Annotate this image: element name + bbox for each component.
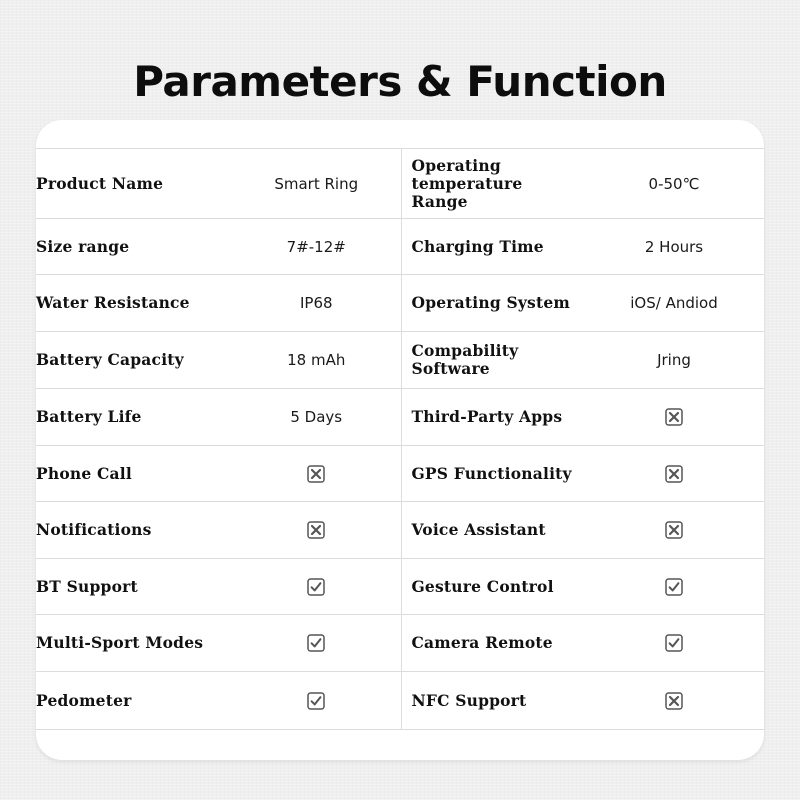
spec-value-phone-call <box>232 445 402 502</box>
spec-value-text: 5 Days <box>290 408 343 426</box>
spec-value-text: Jring <box>657 351 691 369</box>
checkbox-x-icon <box>665 408 683 426</box>
spec-label-battery-capacity: Battery Capacity <box>36 331 232 389</box>
spec-value-text: 2 Hours <box>644 237 704 256</box>
spec-label-phone-call: Phone Call <box>36 445 232 502</box>
spec-value-compability-software: Jring <box>584 331 764 389</box>
spec-label-nfc-support: NFC Support <box>401 671 584 730</box>
spec-label-operating-temperature-range: Operating temperature Range <box>401 148 584 219</box>
spec-value-notifications <box>232 501 402 559</box>
spec-label-battery-life: Battery Life <box>36 388 232 446</box>
checkbox-checked-icon <box>307 634 325 652</box>
spec-label-multi-sport-modes: Multi-Sport Modes <box>36 614 232 672</box>
spec-label-third-party-apps: Third-Party Apps <box>401 388 584 446</box>
spec-row: Size range 7#-12# Charging Time 2 Hours <box>36 218 764 275</box>
spec-label-size-range: Size range <box>36 218 232 275</box>
checkbox-x-icon <box>307 521 325 539</box>
spec-value-gps-functionality <box>584 445 764 502</box>
checkbox-checked-icon <box>307 578 325 596</box>
spec-table: Product Name Smart Ring Operating temper… <box>36 148 764 730</box>
spec-value-camera-remote <box>584 614 764 672</box>
checkbox-x-icon <box>665 521 683 539</box>
spec-row: Pedometer NFC Support <box>36 671 764 730</box>
spec-label-operating-system: Operating System <box>401 274 584 332</box>
spec-label-charging-time: Charging Time <box>401 218 584 275</box>
spec-value-text: 7#-12# <box>286 237 346 256</box>
spec-value-text: 0-50℃ <box>648 174 700 193</box>
spec-label-gesture-control: Gesture Control <box>401 558 584 615</box>
spec-value-voice-assistant <box>584 501 764 559</box>
spec-label-bt-support: BT Support <box>36 558 232 615</box>
spec-value-multi-sport-modes <box>232 614 402 672</box>
spec-label-camera-remote: Camera Remote <box>401 614 584 672</box>
spec-row: Phone Call GPS Functionality <box>36 445 764 502</box>
spec-row: Water Resistance IP68 Operating System i… <box>36 274 764 332</box>
spec-value-text: Smart Ring <box>274 174 359 193</box>
spec-label-voice-assistant: Voice Assistant <box>401 501 584 559</box>
checkbox-checked-icon <box>665 578 683 596</box>
spec-value-bt-support <box>232 558 402 615</box>
spec-label-water-resistance: Water Resistance <box>36 274 232 332</box>
spec-row: Notifications Voice Assistant <box>36 501 764 559</box>
page-title: Parameters & Function <box>133 57 667 106</box>
spec-value-size-range: 7#-12# <box>232 218 402 275</box>
spec-value-battery-life: 5 Days <box>232 388 402 446</box>
spec-label-product-name: Product Name <box>36 148 232 219</box>
spec-value-text: IP68 <box>299 294 333 312</box>
spec-row: Product Name Smart Ring Operating temper… <box>36 148 764 219</box>
spec-value-pedometer <box>232 671 402 730</box>
spec-value-nfc-support <box>584 671 764 730</box>
spec-card: Product Name Smart Ring Operating temper… <box>36 120 764 760</box>
spec-row: Battery Capacity 18 mAh Compability Soft… <box>36 331 764 389</box>
spec-row: Battery Life 5 Days Third-Party Apps <box>36 388 764 446</box>
checkbox-x-icon <box>665 465 683 483</box>
spec-label-pedometer: Pedometer <box>36 671 232 730</box>
spec-value-gesture-control <box>584 558 764 615</box>
spec-value-operating-system: iOS/ Andiod <box>584 274 764 332</box>
spec-label-notifications: Notifications <box>36 501 232 559</box>
checkbox-checked-icon <box>665 634 683 652</box>
spec-value-third-party-apps <box>584 388 764 446</box>
checkbox-x-icon <box>665 692 683 710</box>
spec-value-charging-time: 2 Hours <box>584 218 764 275</box>
checkbox-x-icon <box>307 465 325 483</box>
spec-value-battery-capacity: 18 mAh <box>232 331 402 389</box>
spec-value-product-name: Smart Ring <box>232 148 402 219</box>
spec-row: Multi-Sport Modes Camera Remote <box>36 614 764 672</box>
spec-label-compability-software: Compability Software <box>401 331 584 389</box>
spec-value-water-resistance: IP68 <box>232 274 402 332</box>
spec-value-operating-temperature-range: 0-50℃ <box>584 148 764 219</box>
spec-label-gps-functionality: GPS Functionality <box>401 445 584 502</box>
spec-value-text: 18 mAh <box>287 351 346 369</box>
spec-value-text: iOS/ Andiod <box>630 294 718 312</box>
checkbox-checked-icon <box>307 692 325 710</box>
spec-row: BT Support Gesture Control <box>36 558 764 615</box>
